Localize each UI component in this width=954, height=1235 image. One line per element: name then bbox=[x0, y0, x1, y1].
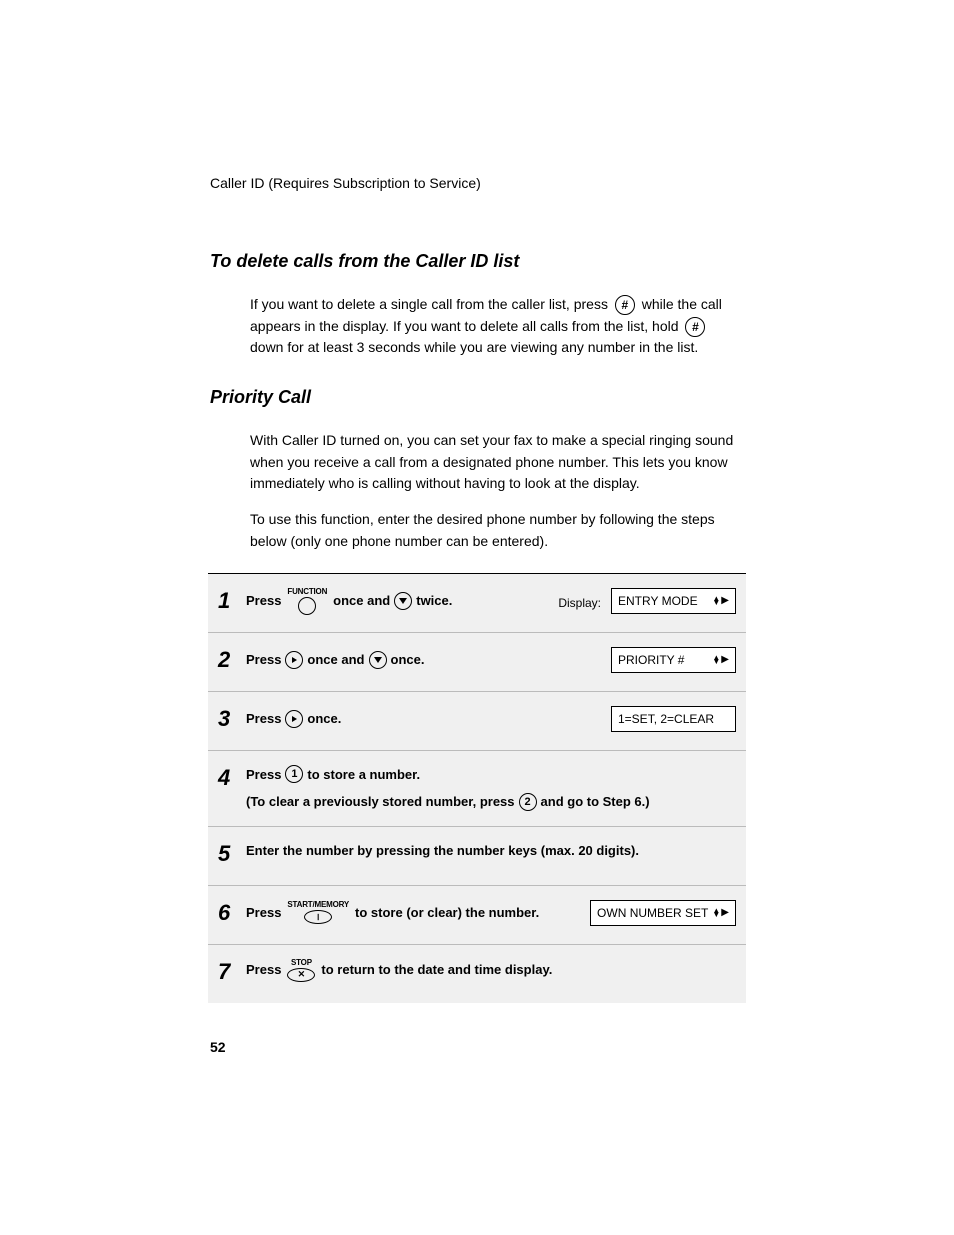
step-number: 7 bbox=[218, 959, 246, 983]
step-row-5: 5 Enter the number by pressing the numbe… bbox=[208, 827, 746, 886]
step-text: once and bbox=[333, 591, 390, 611]
section-title-delete-calls: To delete calls from the Caller ID list bbox=[210, 251, 744, 272]
step-text: to return to the date and time display. bbox=[321, 960, 552, 980]
one-key-icon: 1 bbox=[285, 765, 303, 783]
step-number: 6 bbox=[218, 900, 246, 924]
right-key-icon bbox=[285, 710, 303, 728]
key-label: STOP bbox=[291, 959, 312, 967]
step-row-3: 3 Press once. 1=SET, 2=CLEAR bbox=[208, 692, 746, 751]
step-row-7: 7 Press STOP ✕ to return to the date and… bbox=[208, 945, 746, 1003]
two-key-icon: 2 bbox=[519, 793, 537, 811]
step-number: 1 bbox=[218, 588, 246, 612]
step-row-2: 2 Press once and once. PRIORITY # ▲▼▶ bbox=[208, 633, 746, 692]
delete-calls-paragraph: If you want to delete a single call from… bbox=[250, 294, 744, 359]
function-key-icon: FUNCTION bbox=[287, 588, 327, 615]
text-fragment: If you want to delete a single call from… bbox=[250, 296, 612, 312]
start-memory-key-icon: START/MEMORY ⏽ bbox=[287, 901, 349, 924]
step-text: to store (or clear) the number. bbox=[355, 903, 539, 923]
key-label: START/MEMORY bbox=[287, 901, 349, 909]
lcd-text: ENTRY MODE bbox=[618, 592, 698, 610]
step-text: Press bbox=[246, 765, 281, 785]
step-text: Press bbox=[246, 903, 281, 923]
step-number: 3 bbox=[218, 706, 246, 730]
step-text: once. bbox=[307, 709, 341, 729]
lcd-display: PRIORITY # ▲▼▶ bbox=[611, 647, 736, 673]
stop-key-icon: STOP ✕ bbox=[287, 959, 315, 982]
step-number: 2 bbox=[218, 647, 246, 671]
step-number: 4 bbox=[218, 765, 246, 789]
step-number: 5 bbox=[218, 841, 246, 865]
step-text: Press bbox=[246, 709, 281, 729]
lcd-display: OWN NUMBER SET ▲▼▶ bbox=[590, 900, 736, 926]
step-text: and go to Step 6.) bbox=[541, 792, 650, 812]
lcd-display: ENTRY MODE ▲▼▶ bbox=[611, 588, 736, 614]
step-text: to store a number. bbox=[307, 765, 420, 785]
display-label: Display: bbox=[558, 591, 601, 612]
step-text: Enter the number by pressing the number … bbox=[246, 841, 639, 861]
section-title-priority-call: Priority Call bbox=[210, 387, 744, 408]
step-row-1: 1 Press FUNCTION once and twice. Display… bbox=[208, 574, 746, 633]
lcd-display: 1=SET, 2=CLEAR bbox=[611, 706, 736, 732]
down-key-icon bbox=[369, 651, 387, 669]
step-text: twice. bbox=[416, 591, 452, 611]
hash-key-icon: # bbox=[615, 295, 635, 315]
step-row-6: 6 Press START/MEMORY ⏽ to store (or clea… bbox=[208, 886, 746, 945]
page-number: 52 bbox=[210, 1039, 226, 1055]
key-label: FUNCTION bbox=[287, 588, 327, 596]
step-row-4: 4 Press 1 to store a number. (To clear a… bbox=[208, 751, 746, 827]
priority-call-paragraph-1: With Caller ID turned on, you can set yo… bbox=[250, 430, 744, 495]
step-text: Press bbox=[246, 650, 281, 670]
lcd-text: 1=SET, 2=CLEAR bbox=[618, 710, 714, 728]
step-text: once. bbox=[391, 650, 425, 670]
step-text: (To clear a previously stored number, pr… bbox=[246, 792, 515, 812]
right-key-icon bbox=[285, 651, 303, 669]
lcd-text: PRIORITY # bbox=[618, 651, 684, 669]
down-key-icon bbox=[394, 592, 412, 610]
priority-call-paragraph-2: To use this function, enter the desired … bbox=[250, 509, 744, 552]
step-text: Press bbox=[246, 591, 281, 611]
step-text: Press bbox=[246, 960, 281, 980]
running-header: Caller ID (Requires Subscription to Serv… bbox=[210, 175, 744, 191]
hash-key-icon: # bbox=[685, 317, 705, 337]
lcd-text: OWN NUMBER SET bbox=[597, 904, 708, 922]
step-text: once and bbox=[307, 650, 364, 670]
text-fragment: down for at least 3 seconds while you ar… bbox=[250, 339, 698, 355]
steps-table: 1 Press FUNCTION once and twice. Display… bbox=[208, 573, 746, 1003]
